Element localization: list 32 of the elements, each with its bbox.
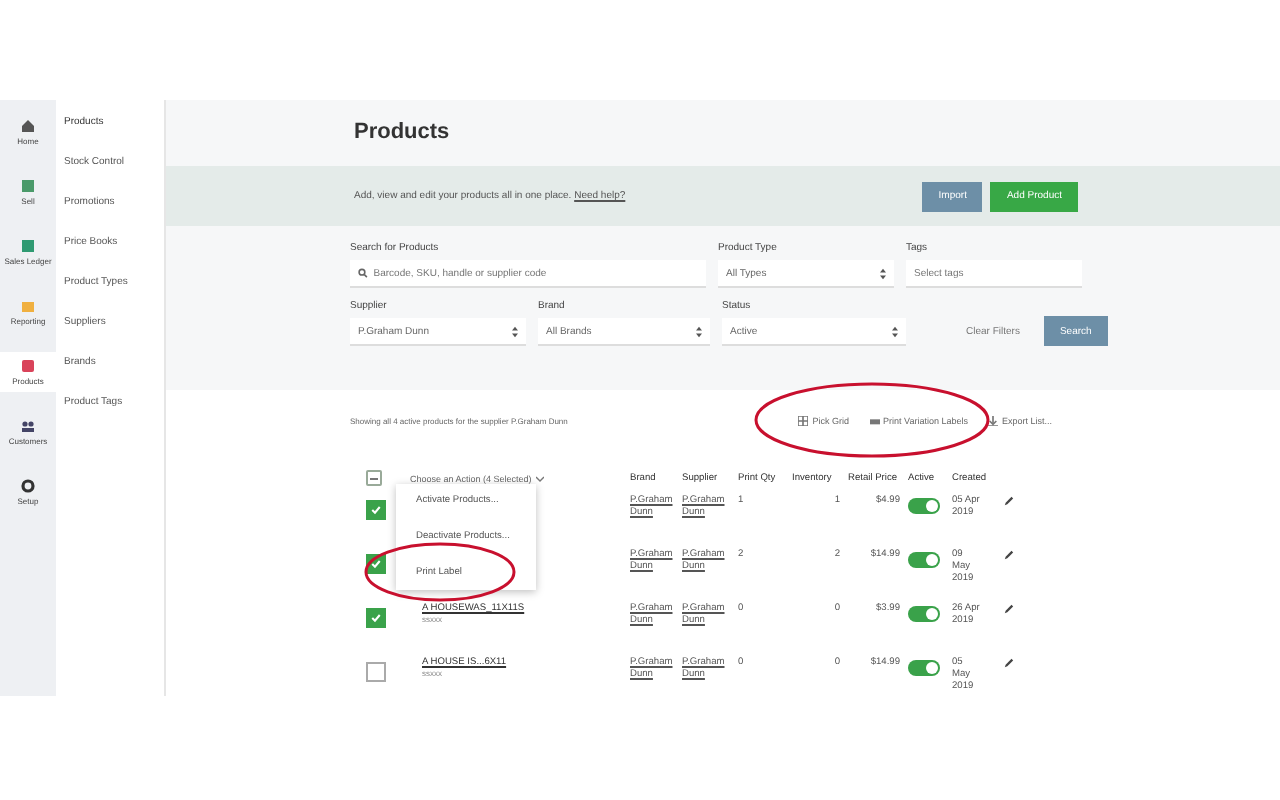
pencil-icon[interactable] (1004, 658, 1014, 668)
search-icon (358, 268, 368, 278)
pencil-icon[interactable] (1004, 550, 1014, 560)
check-icon (370, 612, 382, 624)
square-icon (20, 298, 36, 314)
row-checkbox[interactable] (366, 500, 386, 520)
square-icon (20, 238, 36, 254)
sort-caret-icon (880, 267, 886, 279)
grid-icon (798, 415, 809, 425)
active-toggle[interactable] (908, 552, 940, 568)
download-icon (987, 415, 998, 425)
select-all-checkbox[interactable] (366, 470, 382, 486)
page-title: Products (352, 118, 452, 148)
active-toggle[interactable] (908, 660, 940, 676)
row-checkbox[interactable] (366, 608, 386, 628)
caret-icon (535, 475, 544, 481)
check-icon (370, 558, 382, 570)
pencil-icon[interactable] (1004, 604, 1014, 614)
home-icon (20, 118, 36, 134)
active-toggle[interactable] (908, 606, 940, 622)
gear-icon (20, 478, 36, 494)
sort-caret-icon (512, 325, 518, 337)
row-checkbox[interactable] (366, 662, 386, 682)
square-icon (20, 358, 36, 374)
printer-icon (869, 415, 880, 425)
sort-caret-icon (892, 325, 898, 337)
check-icon (370, 504, 382, 516)
pencil-icon[interactable] (1004, 496, 1014, 506)
sort-caret-icon (696, 325, 702, 337)
people-icon (20, 418, 36, 434)
square-icon (20, 178, 36, 194)
active-toggle[interactable] (908, 498, 940, 514)
